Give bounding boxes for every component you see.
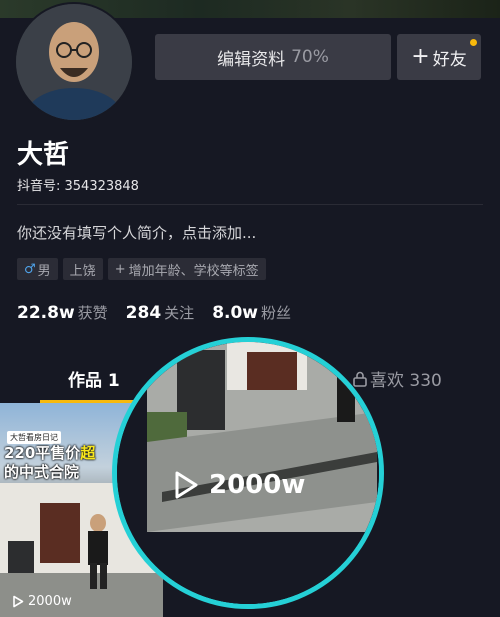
bio-text[interactable]: 你还没有填写个人简介，点击添加...: [17, 222, 256, 243]
tab-liked-label: 喜欢 330: [370, 371, 442, 391]
gender-label: 男: [37, 263, 51, 279]
magnified-view-count-label: 2000w: [209, 470, 306, 500]
likes-count: 22.8w: [17, 303, 75, 323]
following-count: 284: [125, 303, 162, 323]
notification-dot: [470, 39, 477, 46]
followers-count: 8.0w: [212, 303, 259, 323]
likes-stat[interactable]: 22.8w 获赞: [17, 302, 108, 323]
followers-label: 粉丝: [261, 304, 292, 322]
location-label: 上饶: [69, 263, 96, 279]
tab-liked[interactable]: 喜欢 330: [353, 366, 442, 391]
channel-label: 大哲看房日记: [7, 431, 61, 444]
tab-works[interactable]: 作品 1: [68, 366, 120, 391]
following-label: 关注: [164, 304, 195, 322]
magnified-view-count: 2000w: [173, 470, 305, 500]
video-title-highlight: 超: [80, 444, 96, 462]
douyin-id[interactable]: 抖音号: 354323848: [17, 175, 139, 194]
avatar-image: [16, 4, 132, 120]
lock-icon: [353, 371, 367, 387]
view-count-label: 2000w: [28, 594, 72, 609]
add-tag-label: 增加年龄、学校等标签: [128, 263, 259, 279]
profile-name: 大哲: [17, 140, 70, 170]
tag-row: ♂ 男 上饶 + 增加年龄、学校等标签: [17, 258, 266, 280]
add-friend-button[interactable]: + 好友: [397, 34, 481, 80]
add-friend-label: 好友: [432, 49, 467, 70]
location-tag[interactable]: 上饶: [62, 258, 103, 280]
profile-completion: 70%: [291, 47, 329, 67]
gender-tag[interactable]: ♂ 男: [17, 258, 58, 280]
video-title: 220平售价超 的中式合院: [4, 444, 95, 482]
video-view-count: 2000w: [12, 594, 72, 609]
play-icon: [13, 595, 24, 608]
edit-profile-button[interactable]: 编辑资料 70%: [155, 34, 391, 80]
avatar[interactable]: [14, 2, 134, 122]
male-icon: ♂: [24, 261, 36, 277]
edit-profile-label: 编辑资料: [217, 49, 286, 70]
stats-row: 22.8w 获赞 284 关注 8.0w 粉丝: [17, 302, 309, 323]
video-title-line2: 的中式合院: [4, 463, 80, 481]
divider: [17, 204, 483, 205]
likes-label: 获赞: [77, 304, 108, 322]
followers-stat[interactable]: 8.0w 粉丝: [212, 302, 291, 323]
following-stat[interactable]: 284 关注: [126, 302, 195, 323]
play-icon: [175, 471, 198, 499]
plus-icon: +: [411, 44, 430, 69]
add-tag-button[interactable]: + 增加年龄、学校等标签: [107, 258, 266, 280]
plus-icon: +: [114, 261, 126, 277]
video-title-part1: 220平售价: [4, 444, 81, 462]
